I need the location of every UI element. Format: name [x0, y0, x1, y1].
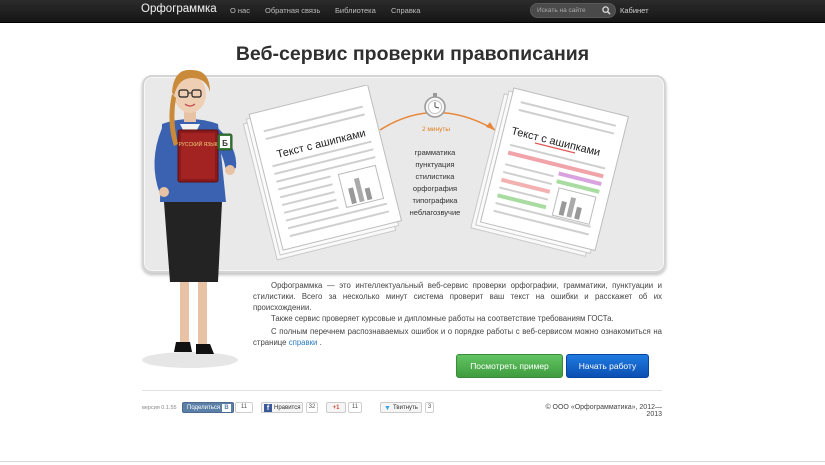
- check-item-spelling: орфография: [412, 184, 458, 193]
- facebook-like-button[interactable]: f Нравится: [261, 402, 303, 413]
- facebook-icon: f: [264, 404, 272, 412]
- facebook-like-count: 32: [306, 402, 318, 413]
- nav-link-help[interactable]: Справка: [391, 6, 420, 15]
- svg-text:Б: Б: [222, 139, 228, 148]
- vk-icon: B: [222, 404, 231, 412]
- document-after-icon: [470, 87, 630, 257]
- version-text: версия 0.1.55: [142, 405, 177, 411]
- google-plus-button[interactable]: +1: [326, 402, 346, 413]
- description-paragraph-2: Также сервис проверяет курсовые и диплом…: [271, 314, 614, 323]
- top-navbar: Орфограммка О нас Обратная связь Библиот…: [0, 0, 825, 23]
- description-paragraph-1: Орфограммка — это интеллектуальный веб-с…: [253, 281, 662, 312]
- vk-share-button[interactable]: Поделиться B: [182, 402, 234, 413]
- help-link[interactable]: справки: [289, 338, 318, 347]
- vk-share-label: Поделиться: [187, 405, 221, 411]
- search-icon[interactable]: [602, 6, 611, 15]
- timer-label: 2 минуты: [421, 126, 450, 133]
- check-item-euphony: неблагозвучие: [409, 208, 461, 217]
- tweet-button[interactable]: ▼ Твитнуть: [380, 402, 422, 413]
- document-before-icon: [242, 85, 403, 261]
- brand-logo[interactable]: Орфограммка: [141, 3, 217, 15]
- nav-link-library[interactable]: Библиотека: [335, 6, 376, 15]
- stopwatch-icon: [424, 93, 446, 118]
- description-paragraph-3: С полным перечнем распознаваемых ошибок …: [253, 326, 662, 348]
- tweet-label: Твитнуть: [393, 405, 418, 411]
- google-plus-count: 11: [348, 402, 362, 413]
- vk-share-count: 11: [235, 402, 253, 413]
- page-title: Веб-сервис проверки правописания: [235, 43, 590, 65]
- search-box: [530, 3, 616, 18]
- copyright-text: © ООО «Орфограмматика», 2012—2013: [545, 404, 662, 418]
- nav-link-feedback[interactable]: Обратная связь: [265, 6, 320, 15]
- check-item-style: стилистика: [415, 172, 455, 181]
- twitter-icon: ▼: [384, 405, 391, 412]
- search-input[interactable]: [537, 5, 603, 16]
- badge-icon: Б: [217, 133, 233, 151]
- view-example-button[interactable]: Посмотреть пример: [456, 354, 563, 378]
- check-item-typography: типографика: [412, 196, 458, 205]
- page-bottom-border: [0, 461, 825, 462]
- cabinet-link[interactable]: Кабинет: [620, 6, 649, 15]
- start-work-button[interactable]: Начать работу: [566, 354, 649, 378]
- svg-text:РУССКИЙ ЯЗЫК: РУССКИЙ ЯЗЫК: [178, 140, 217, 148]
- check-item-grammar: грамматика: [414, 148, 456, 157]
- teacher-illustration: РУССКИЙ ЯЗЫК Б: [142, 69, 238, 368]
- facebook-like-label: Нравится: [274, 405, 301, 411]
- book-icon: РУССКИЙ ЯЗЫК: [177, 129, 219, 183]
- check-item-punctuation: пунктуация: [415, 160, 455, 169]
- nav-link-about[interactable]: О нас: [230, 6, 250, 15]
- description-period: .: [319, 338, 322, 347]
- tweet-count: 3: [425, 402, 434, 413]
- footer-divider: [142, 390, 662, 391]
